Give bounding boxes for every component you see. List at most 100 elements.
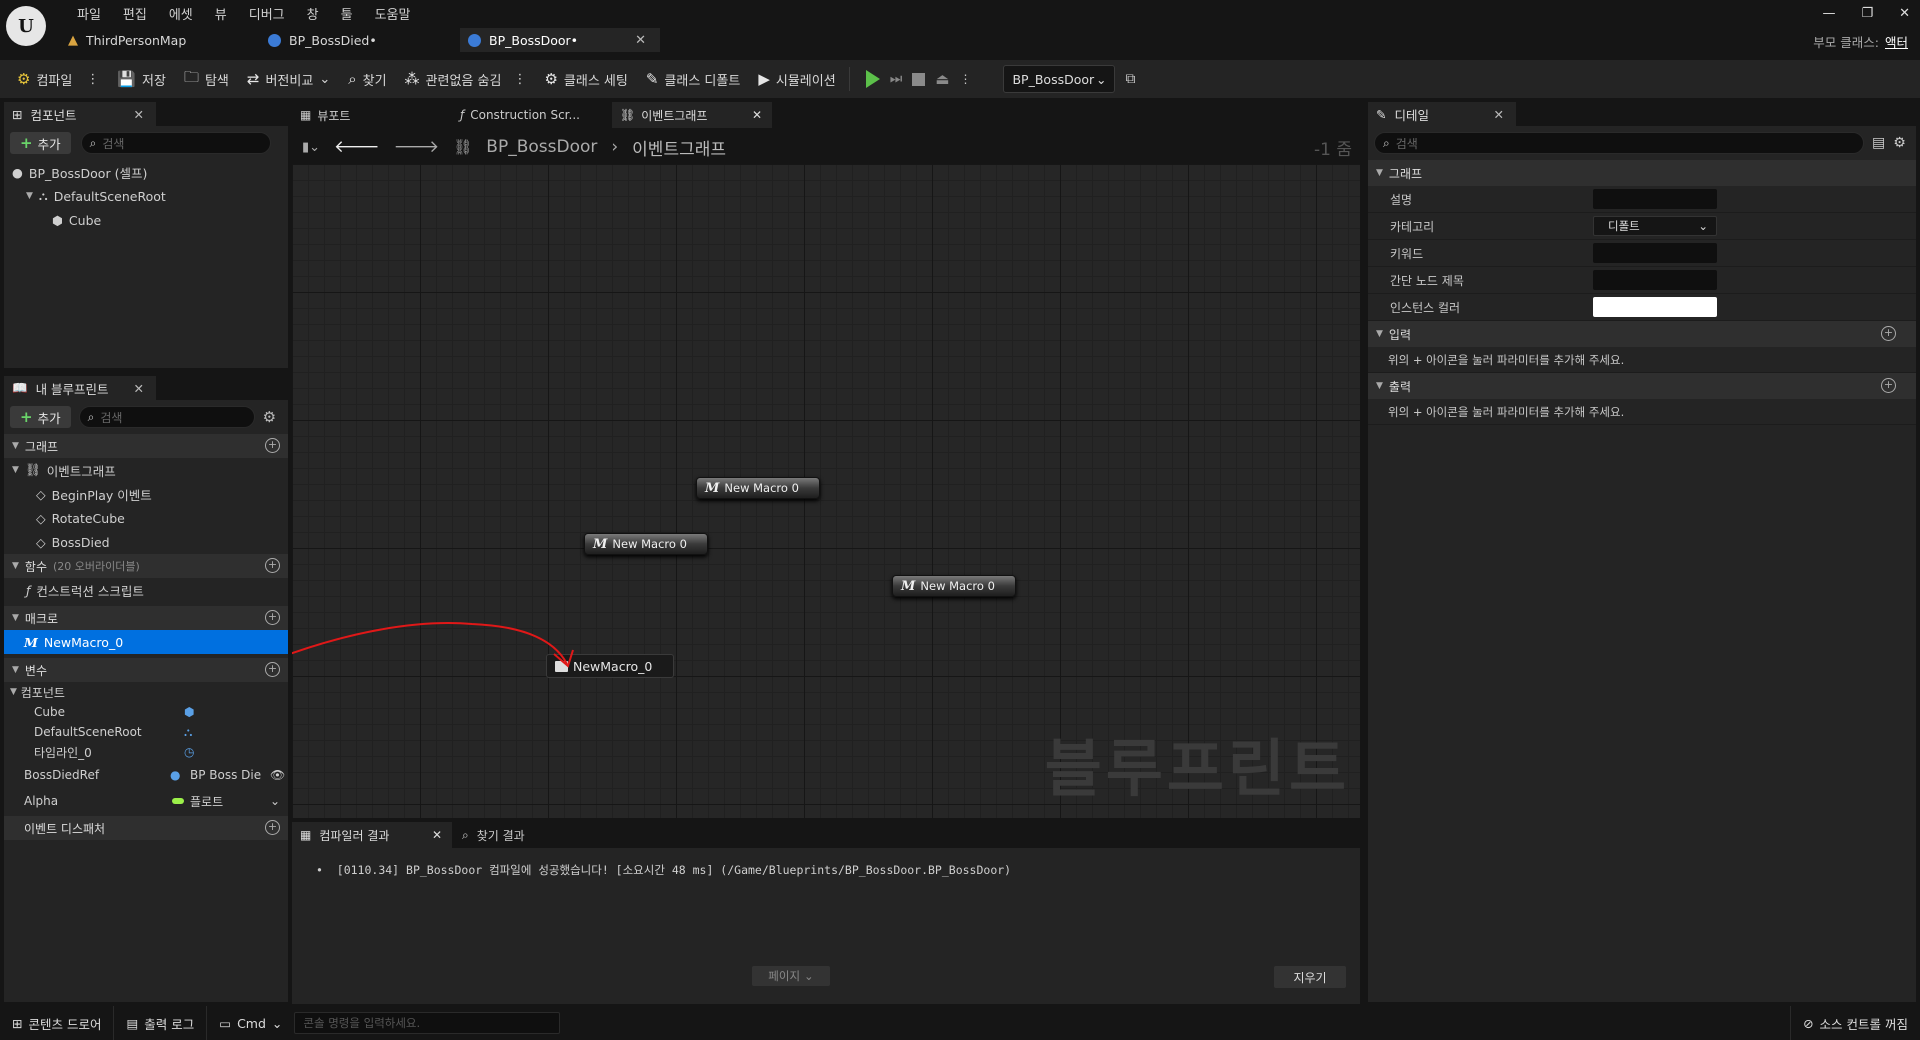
tree-item-rotatecube[interactable]: ◇ RotateCube (4, 506, 288, 530)
debug-browse-icon[interactable]: ⧉ (1125, 71, 1135, 87)
gear-icon[interactable]: ⚙ (263, 408, 276, 426)
variable-cube[interactable]: Cube ⬢ (4, 702, 288, 722)
add-output-icon[interactable]: + (1881, 378, 1896, 393)
close-icon[interactable]: ✕ (134, 107, 144, 122)
tree-item-self[interactable]: ● BP_BossDoor (셀프) (4, 160, 288, 184)
class-settings-button[interactable]: ⚙ 클래스 세팅 (535, 64, 636, 94)
tree-item-defaultsceneroot[interactable]: ▼ ⛬ DefaultSceneRoot (4, 184, 288, 208)
add-variable-icon[interactable]: + (265, 662, 280, 677)
simulation-button[interactable]: ▶ 시뮬레이션 (749, 64, 844, 94)
save-button[interactable]: 💾 저장 (108, 64, 175, 94)
compact-title-field[interactable] (1593, 270, 1717, 290)
menu-file[interactable]: 파일 (66, 2, 112, 25)
close-icon[interactable]: ✕ (635, 33, 646, 48)
variable-defaultsceneroot[interactable]: DefaultSceneRoot ⛬ (4, 722, 288, 742)
tab-viewport[interactable]: ▦ 뷰포트 (292, 102, 452, 128)
tree-item-beginplay[interactable]: ◇ BeginPlay 이벤트 (4, 482, 288, 506)
instance-color-swatch[interactable] (1593, 297, 1717, 317)
description-field[interactable] (1593, 189, 1717, 209)
forward-arrow-icon[interactable]: 🡒 (394, 137, 440, 157)
macro-node[interactable]: M New Macro 0 (696, 477, 820, 499)
close-icon[interactable]: ✕ (134, 381, 144, 396)
table-view-icon[interactable]: ▤ (1872, 135, 1885, 151)
details-tab[interactable]: ✎ 디테일 ✕ (1368, 102, 1516, 126)
add-graph-icon[interactable]: + (265, 438, 280, 453)
tree-item-construction-script[interactable]: ƒ 컨스트럭션 스크립트 (4, 578, 288, 602)
components-tab[interactable]: ⊞ 컴포넌트 ✕ (4, 102, 156, 126)
variable-bossdiedref[interactable]: BossDiedRef ● BP Boss Die 👁 (4, 762, 288, 788)
breadcrumb-current[interactable]: 이벤트그래프 (632, 135, 726, 160)
details-category-outputs[interactable]: ▼ 출력 + (1368, 373, 1916, 399)
components-search-input[interactable]: ⌕ 검색 (80, 132, 271, 154)
category-graphs[interactable]: ▼ 그래프 + (4, 434, 288, 458)
gear-icon[interactable]: ⚙ (1893, 135, 1906, 151)
details-category-graph[interactable]: ▼ 그래프 (1368, 160, 1916, 186)
menu-edit[interactable]: 편집 (112, 2, 158, 25)
stop-icon[interactable] (912, 72, 926, 86)
console-input[interactable]: 콘솔 명령을 입력하세요. (294, 1012, 561, 1034)
variable-timeline[interactable]: 타임라인_0 ◷ (4, 742, 288, 762)
close-icon[interactable]: ✕ (432, 828, 442, 842)
tab-find-results[interactable]: ⌕ 찾기 결과 (452, 822, 612, 848)
parent-class-link[interactable]: 액터 (1885, 35, 1908, 50)
close-icon[interactable]: ✕ (752, 108, 762, 122)
content-drawer-button[interactable]: ⊞ 콘텐츠 드로어 (0, 1006, 115, 1040)
add-dispatcher-icon[interactable]: + (265, 820, 280, 835)
tree-item-bossdied[interactable]: ◇ BossDied (4, 530, 288, 554)
tree-item-event-graph[interactable]: ▼ ⛓ 이벤트그래프 (4, 458, 288, 482)
close-icon[interactable]: ✕ (1494, 107, 1504, 122)
expand-icon[interactable]: ▼ (26, 191, 33, 201)
find-button[interactable]: ⌕ 찾기 (339, 64, 395, 94)
keywords-field[interactable] (1593, 243, 1717, 263)
macro-node[interactable]: M New Macro 0 (584, 533, 708, 555)
more-icon[interactable]: ⋮ (513, 72, 526, 87)
my-blueprint-search-input[interactable]: ⌕ 검색 (78, 406, 255, 428)
hide-unrelated-button[interactable]: ⁂ 관련없음 숨김 ⋮ (396, 64, 536, 94)
category-functions[interactable]: ▼ 함수 (20 오버라이더블) + (4, 554, 288, 578)
diff-button[interactable]: ⇄ 버전비교 ⌄ (238, 64, 339, 94)
add-input-icon[interactable]: + (1881, 326, 1896, 341)
doc-tab-bp-bossdied[interactable]: BP_BossDied• (260, 28, 460, 52)
close-window-icon[interactable]: ✕ (1899, 6, 1910, 21)
restore-icon[interactable]: ❐ (1861, 6, 1873, 21)
breadcrumb-root[interactable]: BP_BossDoor (486, 137, 597, 157)
doc-tab-bp-bossdoor[interactable]: BP_BossDoor• ✕ (460, 28, 660, 52)
doc-tab-thirdpersonmap[interactable]: ▲ ThirdPersonMap (60, 28, 260, 52)
category-event-dispatchers[interactable]: 이벤트 디스패처 + (4, 816, 288, 840)
event-graph-canvas[interactable]: M New Macro 0 M New Macro 0 M New Macro 0 N… (292, 164, 1360, 818)
debug-object-select[interactable]: BP_BossDoor ⌄ (1003, 65, 1116, 93)
category-select[interactable]: 디폴트 ⌄ (1593, 216, 1717, 236)
menu-asset[interactable]: 에셋 (158, 2, 204, 25)
step-icon[interactable]: ⏭ (890, 71, 903, 87)
minimize-icon[interactable]: — (1822, 6, 1835, 21)
eye-icon[interactable]: 👁 (270, 768, 285, 782)
variable-alpha[interactable]: Alpha 플로트 ⌄ (4, 788, 288, 814)
bookmark-icon[interactable]: ▮⌄ (302, 140, 320, 155)
menu-debug[interactable]: 디버그 (238, 2, 296, 25)
tab-event-graph[interactable]: ⛓ 이벤트그래프 ✕ (612, 102, 772, 128)
class-defaults-button[interactable]: ✎ 클래스 디폴트 (637, 64, 749, 94)
macro-tunnel-node[interactable]: NewMacro_0 (546, 654, 674, 678)
play-icon[interactable] (865, 70, 880, 88)
tree-item-newmacro[interactable]: M NewMacro_0 (4, 630, 288, 654)
compile-button[interactable]: ⚙ 컴파일 ⋮ (8, 64, 108, 94)
category-variables[interactable]: ▼ 변수 + (4, 658, 288, 682)
add-member-button[interactable]: + 추가 (10, 406, 71, 428)
clear-button[interactable]: 지우기 (1274, 966, 1346, 988)
details-category-inputs[interactable]: ▼ 입력 + (1368, 321, 1916, 347)
menu-window[interactable]: 창 (296, 2, 330, 25)
my-blueprint-tab[interactable]: 📖 내 블루프린트 ✕ (4, 376, 156, 400)
category-macros[interactable]: ▼ 매크로 + (4, 606, 288, 630)
add-macro-icon[interactable]: + (265, 610, 280, 625)
menu-tools[interactable]: 툴 (330, 2, 364, 25)
back-arrow-icon[interactable]: 🡐 (334, 137, 380, 157)
variables-components-group[interactable]: ▼ 컴포넌트 (4, 682, 288, 702)
macro-node[interactable]: M New Macro 0 (892, 575, 1016, 597)
chevron-down-icon[interactable]: ⌄ (270, 794, 280, 808)
menu-view[interactable]: 뷰 (204, 2, 238, 25)
eject-icon[interactable]: ⏏ (935, 70, 949, 88)
menu-help[interactable]: 도움말 (364, 2, 422, 25)
more-icon[interactable]: ⋮ (86, 72, 99, 87)
details-search-input[interactable]: ⌕ 검색 (1374, 132, 1864, 154)
page-button[interactable]: 페이지 ⌄ (752, 966, 830, 986)
